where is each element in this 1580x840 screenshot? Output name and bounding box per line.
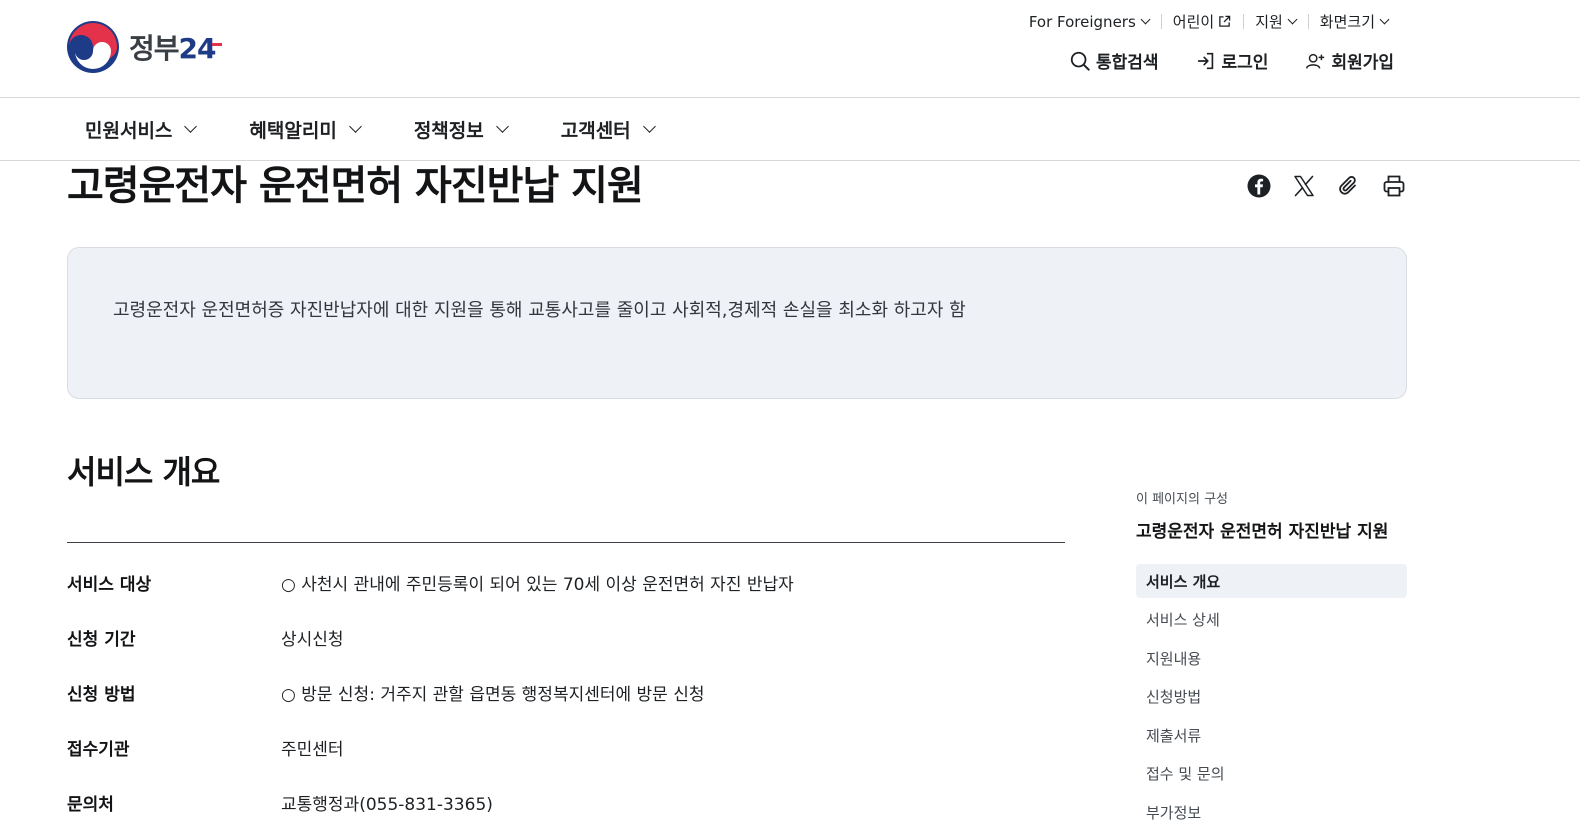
chevron-down-icon xyxy=(642,120,656,133)
overview-row: 접수기관 주민센터 xyxy=(67,720,1065,775)
copy-link-button[interactable] xyxy=(1336,173,1362,199)
login-button[interactable]: 로그인 xyxy=(1195,48,1269,73)
x-icon xyxy=(1294,175,1314,197)
utility-label: 지원 xyxy=(1255,13,1283,31)
overview-row: 서비스 대상 ○ 사천시 관내에 주민등록이 되어 있는 70세 이상 운전면허… xyxy=(67,555,1065,610)
nav-item-civil-services[interactable]: 민원서비스 xyxy=(85,116,198,143)
toc-item-support[interactable]: 지원내용 xyxy=(1136,641,1407,675)
overview-row: 신청 방법 ○ 방문 신청: 거주지 관할 읍면동 행정복지센터에 방문 신청 xyxy=(67,665,1065,720)
utility-label: For Foreigners xyxy=(1028,12,1136,31)
overview-row: 신청 기간 상시신청 xyxy=(67,610,1065,665)
overview-row-label: 문의처 xyxy=(67,795,114,815)
section-divider xyxy=(67,542,1065,543)
overview-row-label: 신청 방법 xyxy=(67,685,136,705)
site-logo[interactable]: 정부 2 4 xyxy=(67,21,223,73)
nav-item-benefits[interactable]: 혜택알리미 xyxy=(249,116,362,143)
external-link-icon xyxy=(1219,15,1231,27)
chevron-down-icon xyxy=(495,120,509,133)
signup-button[interactable]: 회원가입 xyxy=(1304,48,1394,73)
search-button[interactable]: 통합검색 xyxy=(1069,48,1159,73)
overview-row-value: ○ 사천시 관내에 주민등록이 되어 있는 70세 이상 운전면허 자진 반납자 xyxy=(281,575,794,595)
section-title-overview: 서비스 개요 xyxy=(67,453,220,491)
share-x-button[interactable] xyxy=(1291,173,1317,199)
toc-item-contact[interactable]: 접수 및 문의 xyxy=(1136,757,1407,791)
overview-row-label: 접수기관 xyxy=(67,740,130,760)
toc-caption: 이 페이지의 구성 xyxy=(1136,492,1228,507)
share-facebook-button[interactable] xyxy=(1246,173,1272,199)
share-toolbar xyxy=(1246,173,1426,199)
print-button[interactable] xyxy=(1381,173,1407,199)
overview-row-value: 상시신청 xyxy=(281,630,344,650)
chevron-down-icon xyxy=(348,120,362,133)
overview-row: 문의처 교통행정과(055-831-3365) xyxy=(67,775,1065,830)
overview-row-value: 교통행정과(055-831-3365) xyxy=(281,795,493,815)
nav-item-customer-center[interactable]: 고객센터 xyxy=(560,116,656,143)
site-header: 정부 2 4 For Foreigners 어린이 지원 화면크기 통합검색 로… xyxy=(0,0,1580,98)
print-icon xyxy=(1383,175,1405,197)
header-actions: 통합검색 로그인 회원가입 xyxy=(1033,48,1394,73)
overview-table: 서비스 대상 ○ 사천시 관내에 주민등록이 되어 있는 70세 이상 운전면허… xyxy=(67,555,1065,830)
search-icon xyxy=(1070,51,1090,71)
utility-support[interactable]: 지원 xyxy=(1243,11,1308,32)
toc-item-apply-method[interactable]: 신청방법 xyxy=(1136,680,1407,714)
overview-row-value: ○ 방문 신청: 거주지 관할 읍면동 행정복지센터에 방문 신청 xyxy=(281,685,705,705)
logo-text-4: 4 xyxy=(197,32,223,65)
logo-text-prefix: 정부 xyxy=(129,32,180,65)
toc-item-overview[interactable]: 서비스 개요 xyxy=(1136,564,1407,598)
utility-label: 화면크기 xyxy=(1319,13,1375,31)
utility-label: 어린이 xyxy=(1172,13,1215,31)
utility-for-foreigners[interactable]: For Foreigners xyxy=(1017,13,1161,31)
nav-item-label: 정책정보 xyxy=(413,119,484,142)
signup-button-label: 회원가입 xyxy=(1331,53,1394,73)
user-plus-icon xyxy=(1306,53,1325,69)
logo-wordmark: 정부 2 4 xyxy=(129,27,223,67)
chevron-down-icon xyxy=(1287,14,1298,25)
nav-item-label: 민원서비스 xyxy=(85,119,173,142)
main-nav: 민원서비스 혜택알리미 정책정보 고객센터 xyxy=(0,98,1580,161)
toc-item-extra-info[interactable]: 부가정보 xyxy=(1136,795,1407,829)
chevron-down-icon xyxy=(184,120,198,133)
page-title: 고령운전자 운전면허 자진반납 지원 xyxy=(67,163,644,209)
login-button-label: 로그인 xyxy=(1221,53,1269,73)
chevron-down-icon xyxy=(1140,14,1151,25)
utility-kids[interactable]: 어린이 xyxy=(1160,11,1243,32)
toc-item-details[interactable]: 서비스 상세 xyxy=(1136,603,1407,637)
taegeuk-logo-icon xyxy=(67,21,119,73)
toc-item-documents[interactable]: 제출서류 xyxy=(1136,718,1407,752)
service-summary-box: 고령운전자 운전면허증 자진반납자에 대한 지원을 통해 교통사고를 줄이고 사… xyxy=(67,247,1407,399)
page-toc: 이 페이지의 구성 고령운전자 운전면허 자진반납 지원 서비스 개요 서비스 … xyxy=(1136,488,1407,834)
overview-row-label: 서비스 대상 xyxy=(67,575,152,595)
utility-screen-size[interactable]: 화면크기 xyxy=(1307,11,1400,32)
logo-text-2: 2 xyxy=(178,32,199,65)
utility-nav: For Foreigners 어린이 지원 화면크기 xyxy=(1017,11,1400,32)
paperclip-icon xyxy=(1339,176,1356,195)
toc-title: 고령운전자 운전면허 자진반납 지원 xyxy=(1136,522,1389,542)
nav-item-label: 고객센터 xyxy=(560,119,631,142)
overview-row-value: 주민센터 xyxy=(281,740,344,760)
nav-item-label: 혜택알리미 xyxy=(249,119,337,142)
nav-item-policy-info[interactable]: 정책정보 xyxy=(413,116,509,143)
facebook-icon xyxy=(1247,174,1271,198)
overview-row-label: 신청 기간 xyxy=(67,630,136,650)
service-summary-text: 고령운전자 운전면허증 자진반납자에 대한 지원을 통해 교통사고를 줄이고 사… xyxy=(113,300,966,321)
search-button-label: 통합검색 xyxy=(1095,53,1159,73)
chevron-down-icon xyxy=(1379,14,1390,25)
login-icon xyxy=(1197,52,1213,69)
